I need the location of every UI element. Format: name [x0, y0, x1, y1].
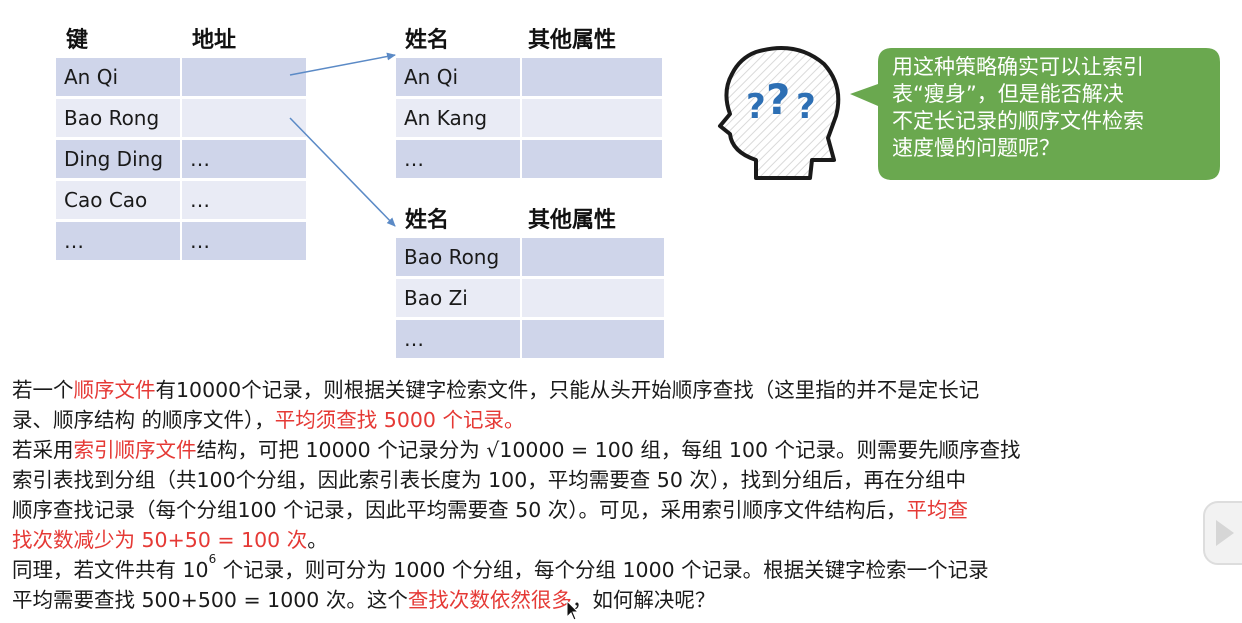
- index-header-key: 键: [66, 28, 89, 53]
- text-span: ，如何解决呢？: [571, 588, 716, 612]
- text-span: 。: [307, 528, 328, 552]
- text-span: 平均需要查找 500+500 = 1000 次。这个: [12, 588, 408, 612]
- text-span: 若采用: [12, 438, 74, 462]
- index-address-cell: …: [182, 181, 306, 219]
- index-key-cell: Ding Ding: [56, 140, 180, 178]
- text-span: 结构，可把 10000 个记录分为 √10000 = 100 组，每组 100 …: [196, 438, 1021, 462]
- index-address-cell: …: [182, 140, 306, 178]
- explanation-text: 若一个顺序文件有10000个记录，则根据关键字检索文件，只能从头开始顺序查找（这…: [12, 375, 1192, 615]
- index-address-cell: [182, 99, 306, 137]
- bubble-line: 速度慢的问题呢？: [892, 136, 1060, 160]
- table-row: Bao Zi: [396, 279, 664, 317]
- group2-other-cell: [522, 320, 664, 358]
- group1-other-cell: [522, 99, 662, 137]
- highlight-avg-reduced: 平均查: [906, 498, 969, 522]
- group1-name-cell: An Qi: [396, 58, 520, 96]
- group2-other-cell: [522, 279, 664, 317]
- bubble-line: 用这种策略确实可以让索引: [892, 55, 1144, 79]
- group2-name-cell: …: [396, 320, 520, 358]
- exponent: 6: [208, 552, 217, 566]
- text-line: 若采用索引顺序文件结构，可把 10000 个记录分为 √10000 = 100 …: [12, 435, 1192, 465]
- index-key-cell: Bao Rong: [56, 99, 180, 137]
- text-line: 找次数减少为 50+50 = 100 次。: [12, 525, 1192, 555]
- table-row: Bao Rong: [396, 238, 664, 276]
- table-row: An Qi: [56, 58, 306, 96]
- group1-other-cell: [522, 58, 662, 96]
- play-button-icon[interactable]: [1196, 498, 1242, 568]
- index-key-cell: Cao Cao: [56, 181, 180, 219]
- text-line: 顺序查找记录（每个分组100 个记录，因此平均需要查 50 次）。可见，采用索引…: [12, 495, 1192, 525]
- table-row: An Kang: [396, 99, 662, 137]
- index-header-address: 地址: [192, 28, 237, 53]
- text-span: 录、顺序结构 的顺序文件），: [12, 408, 275, 432]
- highlight-indexed-file: 索引顺序文件: [73, 438, 197, 462]
- bubble-line: 表“瘦身”，但是能否解决: [892, 82, 1124, 106]
- text-line: 同理，若文件共有 106 个记录，则可分为 1000 个分组，每个分组 1000…: [12, 552, 1192, 585]
- group-table-2: Bao Rong Bao Zi …: [394, 235, 666, 361]
- highlight-sequential-file: 顺序文件: [73, 378, 156, 402]
- table-row: Cao Cao …: [56, 181, 306, 219]
- text-span: 若一个: [12, 378, 74, 402]
- index-table: An Qi Bao Rong Ding Ding … Cao Cao … … …: [54, 55, 308, 263]
- table-row: …: [396, 140, 662, 178]
- text-span: 个记录，则可分为 1000 个分组，每个分组 1000 个记录。根据关键字检索一…: [216, 558, 989, 582]
- highlight-avg-100: 找次数减少为 50+50 = 100 次: [12, 528, 308, 552]
- text-span: 同理，若文件共有 10: [12, 558, 209, 582]
- text-line: 若一个顺序文件有10000个记录，则根据关键字检索文件，只能从头开始顺序查找（这…: [12, 375, 1192, 405]
- table-row: An Qi: [396, 58, 662, 96]
- group1-other-cell: [522, 140, 662, 178]
- index-key-cell: …: [56, 222, 180, 260]
- bubble-line: 不定长记录的顺序文件检索: [892, 109, 1144, 133]
- group2-name-cell: Bao Rong: [396, 238, 520, 276]
- highlight-avg-5000: 平均须查找 5000 个记录。: [274, 408, 525, 432]
- group1-header-other: 其他属性: [528, 28, 617, 53]
- index-key-cell: An Qi: [56, 58, 180, 96]
- svg-text:?: ?: [796, 87, 816, 127]
- group2-header-name: 姓名: [405, 208, 450, 233]
- bubble-text: 用这种策略确实可以让索引 表“瘦身”，但是能否解决 不定长记录的顺序文件检索 速…: [892, 54, 1214, 162]
- table-row: …: [396, 320, 664, 358]
- thinking-head-icon: ? ? ?: [718, 46, 841, 180]
- text-line: 平均需要查找 500+500 = 1000 次。这个查找次数依然很多，如何解决呢…: [12, 585, 1192, 615]
- text-span: 顺序查找记录（每个分组100 个记录，因此平均需要查 50 次）。可见，采用索引…: [12, 498, 907, 522]
- text-span: 索引表找到分组（共100个分组，因此索引表长度为 100，平均需要查 50 次）…: [12, 468, 967, 492]
- text-span: 有10000个记录，则根据关键字检索文件，只能从头开始顺序查找（这里指的并不是定…: [155, 378, 980, 402]
- group2-header-other: 其他属性: [528, 208, 617, 233]
- table-row: … …: [56, 222, 306, 260]
- index-address-cell: …: [182, 222, 306, 260]
- svg-text:?: ?: [746, 87, 766, 127]
- group1-header-name: 姓名: [405, 28, 450, 53]
- highlight-still-many: 查找次数依然很多: [407, 588, 572, 612]
- group1-name-cell: An Kang: [396, 99, 520, 137]
- index-address-cell: [182, 58, 306, 96]
- svg-text:?: ?: [766, 75, 790, 124]
- group2-other-cell: [522, 238, 664, 276]
- mouse-cursor-icon: [566, 600, 580, 621]
- group2-name-cell: Bao Zi: [396, 279, 520, 317]
- text-line: 索引表找到分组（共100个分组，因此索引表长度为 100，平均需要查 50 次）…: [12, 465, 1192, 495]
- group-table-1: An Qi An Kang …: [394, 55, 664, 181]
- table-row: Ding Ding …: [56, 140, 306, 178]
- group1-name-cell: …: [396, 140, 520, 178]
- table-row: Bao Rong: [56, 99, 306, 137]
- text-line: 录、顺序结构 的顺序文件），平均须查找 5000 个记录。: [12, 405, 1192, 435]
